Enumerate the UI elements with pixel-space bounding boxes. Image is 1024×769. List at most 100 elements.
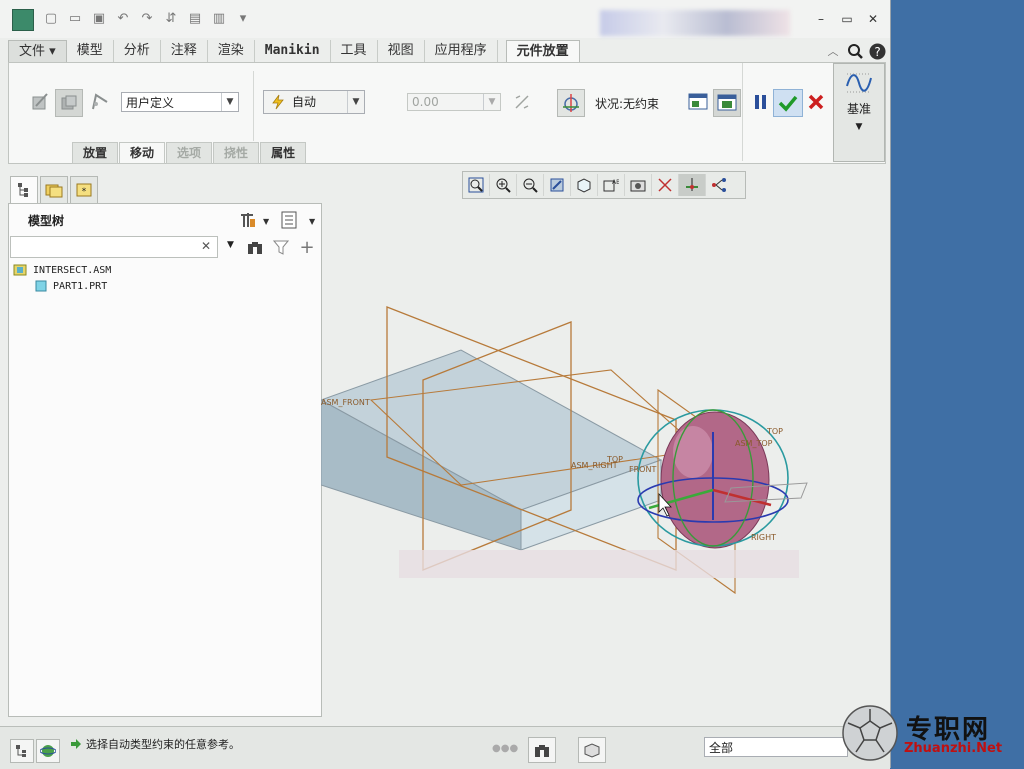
folder-browser-tab[interactable]: [40, 176, 68, 204]
zoom-in-icon[interactable]: [490, 174, 517, 196]
model-tree-panel: 模型树 ▼ ▼ ✕ ▼ + INTERSECT.ASM PART1.PRT: [8, 203, 322, 717]
datum-button[interactable]: 基准 ▼: [833, 63, 885, 162]
datum-label-asm-front: ASM_FRONT: [321, 398, 370, 407]
tab-view[interactable]: 视图: [378, 40, 425, 62]
tab-annotate[interactable]: 注释: [161, 40, 208, 62]
search-options-dropdown[interactable]: ▼: [227, 240, 234, 250]
specify-constraints-icon[interactable]: [29, 91, 51, 113]
windows-icon[interactable]: ▤: [186, 10, 204, 28]
arrow-right-icon: [71, 739, 81, 749]
status-label: 状况:无约束: [595, 97, 660, 111]
chevron-down-icon: ▼: [483, 94, 500, 110]
subtab-options[interactable]: 选项: [166, 142, 213, 164]
redo-icon[interactable]: ↷: [138, 10, 156, 28]
tree-search-input[interactable]: ✕: [10, 236, 218, 258]
model-tree-tab[interactable]: [10, 176, 38, 204]
constraint-type-value: 用户定义: [126, 96, 175, 110]
svg-text:▼: ▼: [309, 217, 316, 226]
title-bar: ▢ ▭ ▣ ↶ ↷ ⇵ ▤ ▥ ▾ – ▭ ✕: [0, 0, 890, 38]
close-window-icon[interactable]: ▥: [210, 10, 228, 28]
filter-value: 全部: [709, 741, 734, 755]
subtab-placement[interactable]: 放置: [72, 142, 119, 164]
add-icon[interactable]: +: [297, 237, 317, 258]
tab-file[interactable]: 文件 ▾: [8, 40, 67, 64]
find-binoculars-icon[interactable]: [245, 237, 265, 257]
flip-constraint-icon[interactable]: [511, 91, 533, 113]
datum-label-front: FRONT: [629, 465, 656, 474]
auto-label: 自动: [292, 95, 317, 109]
separate-window-icon[interactable]: [687, 91, 709, 113]
annotation-display-icon[interactable]: [706, 174, 732, 196]
tab-applications[interactable]: 应用程序: [425, 40, 498, 62]
saved-views-icon[interactable]: AB: [598, 174, 625, 196]
mechanism-icon[interactable]: [89, 91, 111, 113]
subtab-properties[interactable]: 属性: [260, 142, 307, 164]
repaint-icon[interactable]: [544, 174, 571, 196]
help-icon[interactable]: ?: [866, 40, 888, 62]
graphics-area[interactable]: ASM_FRONT TOP ASM_RIGHT FRONT TOP ASM_TO…: [321, 200, 887, 720]
app-icon: [12, 9, 34, 31]
open-file-icon[interactable]: ▭: [66, 10, 84, 28]
navigator-tabs: *: [10, 176, 100, 204]
find-icon[interactable]: [528, 737, 556, 763]
connect-icon[interactable]: [55, 89, 83, 117]
selection-filter-select[interactable]: 全部: [704, 737, 848, 757]
ribbon-minimize-icon[interactable]: ︿: [822, 40, 844, 62]
clear-search-icon[interactable]: ✕: [201, 239, 211, 253]
undo-icon[interactable]: ↶: [114, 10, 132, 28]
display-style-icon[interactable]: [571, 174, 598, 196]
datum-display-icon[interactable]: [652, 174, 679, 196]
watermark-ball-logo: [842, 705, 898, 761]
cancel-x-icon[interactable]: [805, 91, 827, 113]
tab-component-placement[interactable]: 元件放置: [505, 40, 580, 63]
tree-item-part[interactable]: PART1.PRT: [35, 280, 107, 292]
blurred-overlay: [399, 550, 799, 578]
chevron-down-icon: ▼: [221, 93, 238, 111]
ribbon-tabs: 文件 ▾ 模型 分析 注释 渲染 Manikin 工具 视图 应用程序 元件放置…: [8, 40, 888, 64]
datum-label-asm-top: ASM_TOP: [735, 439, 773, 448]
regenerate-icon[interactable]: ⇵: [162, 10, 180, 28]
customize-dropdown-icon[interactable]: ▾: [234, 10, 252, 28]
navigator-toggle-icon[interactable]: [10, 739, 34, 763]
close-button[interactable]: ✕: [864, 11, 882, 27]
tab-tools[interactable]: 工具: [331, 40, 378, 62]
filter-icon[interactable]: [271, 237, 291, 257]
subtab-move[interactable]: 移动: [119, 142, 166, 164]
datum-label-asm-right: ASM_RIGHT: [571, 461, 618, 470]
maximize-button[interactable]: ▭: [838, 11, 856, 27]
tab-model[interactable]: 模型: [67, 40, 114, 62]
favorites-tab[interactable]: *: [70, 176, 98, 204]
status-bar: 选择自动类型约束的任意参考。 ●●● 全部: [0, 726, 890, 769]
chevron-down-icon: ▼: [347, 91, 364, 113]
chevron-down-icon: ▼: [855, 122, 863, 132]
tree-settings-icon[interactable]: ▼: [239, 210, 269, 230]
apply-checkmark-icon[interactable]: [773, 89, 803, 117]
offset-input[interactable]: 0.00 ▼: [407, 93, 501, 111]
tab-render[interactable]: 渲染: [208, 40, 255, 62]
placement-status-icon[interactable]: [557, 89, 585, 117]
tab-manikin[interactable]: Manikin: [255, 40, 331, 62]
browser-toggle-icon[interactable]: [36, 739, 60, 763]
save-icon[interactable]: ▣: [90, 10, 108, 28]
blurred-window-title: [600, 10, 790, 36]
svg-text:AB: AB: [612, 179, 619, 186]
minimize-button[interactable]: –: [812, 11, 830, 27]
show-options-icon[interactable]: ▼: [279, 210, 317, 230]
auto-constraint-select[interactable]: 自动 ▼: [263, 90, 365, 114]
tree-item-assembly[interactable]: INTERSECT.ASM: [13, 264, 111, 276]
placement-subtabs: 放置 移动 选项 挠性 属性: [72, 142, 307, 164]
subtab-flexibility[interactable]: 挠性: [213, 142, 260, 164]
offset-value: 0.00: [412, 95, 439, 109]
pause-icon[interactable]: [751, 91, 771, 113]
assembly-window-icon[interactable]: [713, 89, 741, 117]
view-manager-icon[interactable]: [625, 174, 652, 196]
zoom-out-icon[interactable]: [517, 174, 544, 196]
constraint-type-select[interactable]: 用户定义 ▼: [121, 92, 239, 112]
tree-item-label: INTERSECT.ASM: [33, 265, 112, 276]
tab-analysis[interactable]: 分析: [114, 40, 161, 62]
spin-center-icon[interactable]: [679, 174, 706, 196]
new-file-icon[interactable]: ▢: [42, 10, 60, 28]
refit-icon[interactable]: [463, 174, 490, 196]
search-icon[interactable]: [844, 40, 866, 62]
selection-filter-icon[interactable]: [578, 737, 606, 763]
